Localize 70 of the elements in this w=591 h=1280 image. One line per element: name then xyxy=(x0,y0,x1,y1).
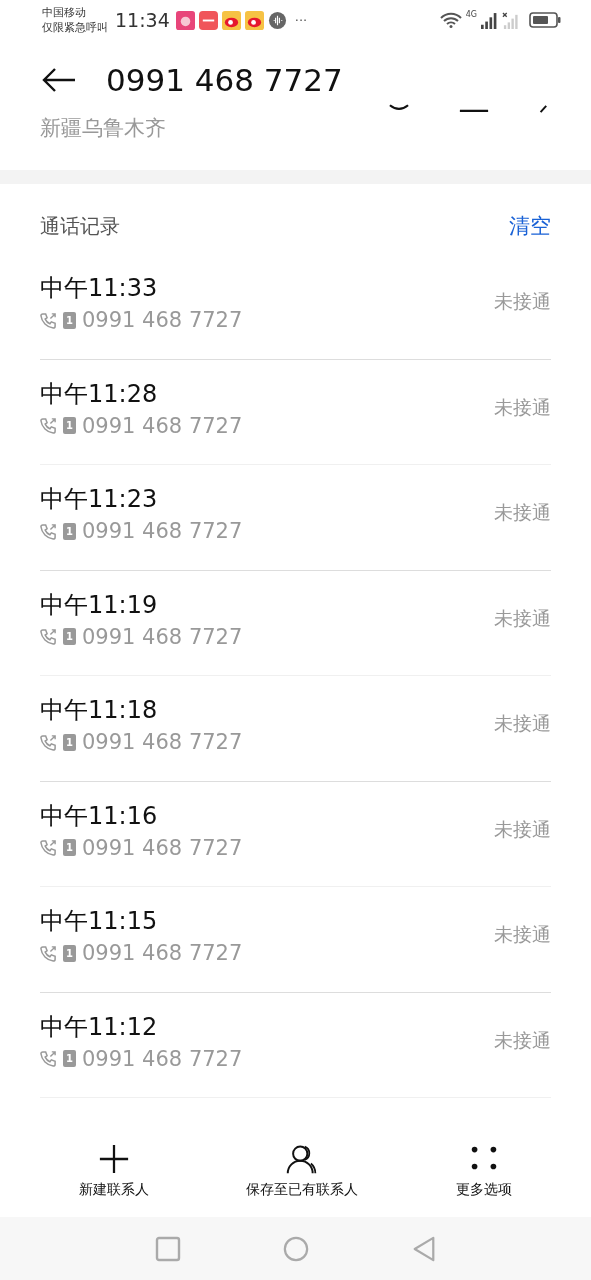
call-number: 0991 468 7727 xyxy=(82,730,243,755)
outgoing-call-icon xyxy=(40,839,57,857)
call-log-item[interactable]: 中午11:19 1 0991 468 7727 未接通 xyxy=(40,570,551,676)
network-type-text: 4G xyxy=(465,10,477,19)
call-status: 未接通 xyxy=(494,1027,551,1053)
outgoing-call-icon xyxy=(40,522,57,540)
outgoing-call-icon xyxy=(40,1050,57,1068)
outgoing-call-icon xyxy=(40,417,57,435)
call-log-item[interactable]: 中午11:15 1 0991 468 7727 未接通 xyxy=(40,887,551,993)
more-notifications-text: ··· xyxy=(294,12,308,28)
call-status: 未接通 xyxy=(494,500,551,526)
sim-badge: 1 xyxy=(63,839,76,857)
call-status: 未接通 xyxy=(494,922,551,948)
no-signal-icon xyxy=(502,11,519,29)
plus-icon xyxy=(97,1143,130,1175)
sim-badge: 1 xyxy=(63,1050,76,1068)
carrier-text: 仅限紧急呼叫 xyxy=(42,20,108,35)
call-time: 中午11:23 xyxy=(40,484,159,516)
audio-wave-icon xyxy=(267,10,287,30)
call-time: 中午11:12 xyxy=(40,1011,159,1043)
call-status: 未接通 xyxy=(494,816,551,842)
battery-icon xyxy=(529,12,561,28)
call-time: 中午11:28 xyxy=(40,378,159,410)
outgoing-call-icon xyxy=(40,944,57,962)
call-time: 中午11:19 xyxy=(40,589,159,621)
phone-number-title: 0991 468 7727 xyxy=(106,62,343,98)
call-time: 中午11:33 xyxy=(40,273,159,305)
app-notification-icon xyxy=(175,10,195,30)
sim-badge: 1 xyxy=(63,522,76,540)
section-title: 通话记录 xyxy=(40,213,120,240)
call-status: 未接通 xyxy=(494,711,551,737)
call-time: 中午11:16 xyxy=(40,800,159,832)
call-log-item[interactable]: 中午11:28 1 0991 468 7727 未接通 xyxy=(40,359,551,465)
sim-badge: 1 xyxy=(63,733,76,751)
back-arrow-icon[interactable] xyxy=(42,67,76,93)
signal-icon xyxy=(481,11,498,29)
action-button[interactable]: 更多选项 xyxy=(456,1143,513,1199)
call-status: 未接通 xyxy=(494,394,551,420)
sim-badge: 1 xyxy=(63,417,76,435)
call-log-item[interactable]: 中午11:33 1 0991 468 7727 未接通 xyxy=(40,254,551,360)
status-time: 11:34 xyxy=(115,9,170,31)
call-number: 0991 468 7727 xyxy=(82,519,243,544)
call-time: 中午11:18 xyxy=(40,695,159,727)
call-log-item[interactable]: 中午11:23 1 0991 468 7727 未接通 xyxy=(40,465,551,571)
outgoing-call-icon xyxy=(40,628,57,646)
call-number: 0991 468 7727 xyxy=(82,624,243,649)
action-button[interactable]: 新建联系人 xyxy=(78,1143,149,1199)
wifi-icon xyxy=(439,12,462,28)
call-number: 0991 468 7727 xyxy=(82,835,243,860)
clear-button[interactable]: 清空 xyxy=(509,212,551,240)
carrier-text: 中国移动 xyxy=(42,5,87,20)
call-log-item[interactable]: 中午11:18 1 0991 468 7727 未接通 xyxy=(40,676,551,782)
call-log-item[interactable]: 中午11:12 1 0991 468 7727 未接通 xyxy=(40,992,551,1098)
call-log-item[interactable]: 中午11:16 1 0991 468 7727 未接通 xyxy=(40,781,551,887)
sim-badge: 1 xyxy=(63,311,76,329)
call-time: 中午11:15 xyxy=(40,906,159,938)
sim-badge: 1 xyxy=(63,944,76,962)
call-number: 0991 468 7727 xyxy=(82,941,243,966)
action-button[interactable]: 保存至已有联系人 xyxy=(246,1143,359,1199)
sim-badge: 1 xyxy=(63,628,76,646)
call-status: 未接通 xyxy=(494,289,551,315)
call-number: 0991 468 7727 xyxy=(82,413,243,438)
call-number: 0991 468 7727 xyxy=(82,308,243,333)
location-text: 新疆乌鲁木齐 xyxy=(40,115,166,142)
call-status: 未接通 xyxy=(494,605,551,631)
person-icon xyxy=(286,1143,319,1175)
app-notification-icon xyxy=(198,10,218,30)
call-number: 0991 468 7727 xyxy=(82,1046,243,1071)
outgoing-call-icon xyxy=(40,311,57,329)
outgoing-call-icon xyxy=(40,733,57,751)
